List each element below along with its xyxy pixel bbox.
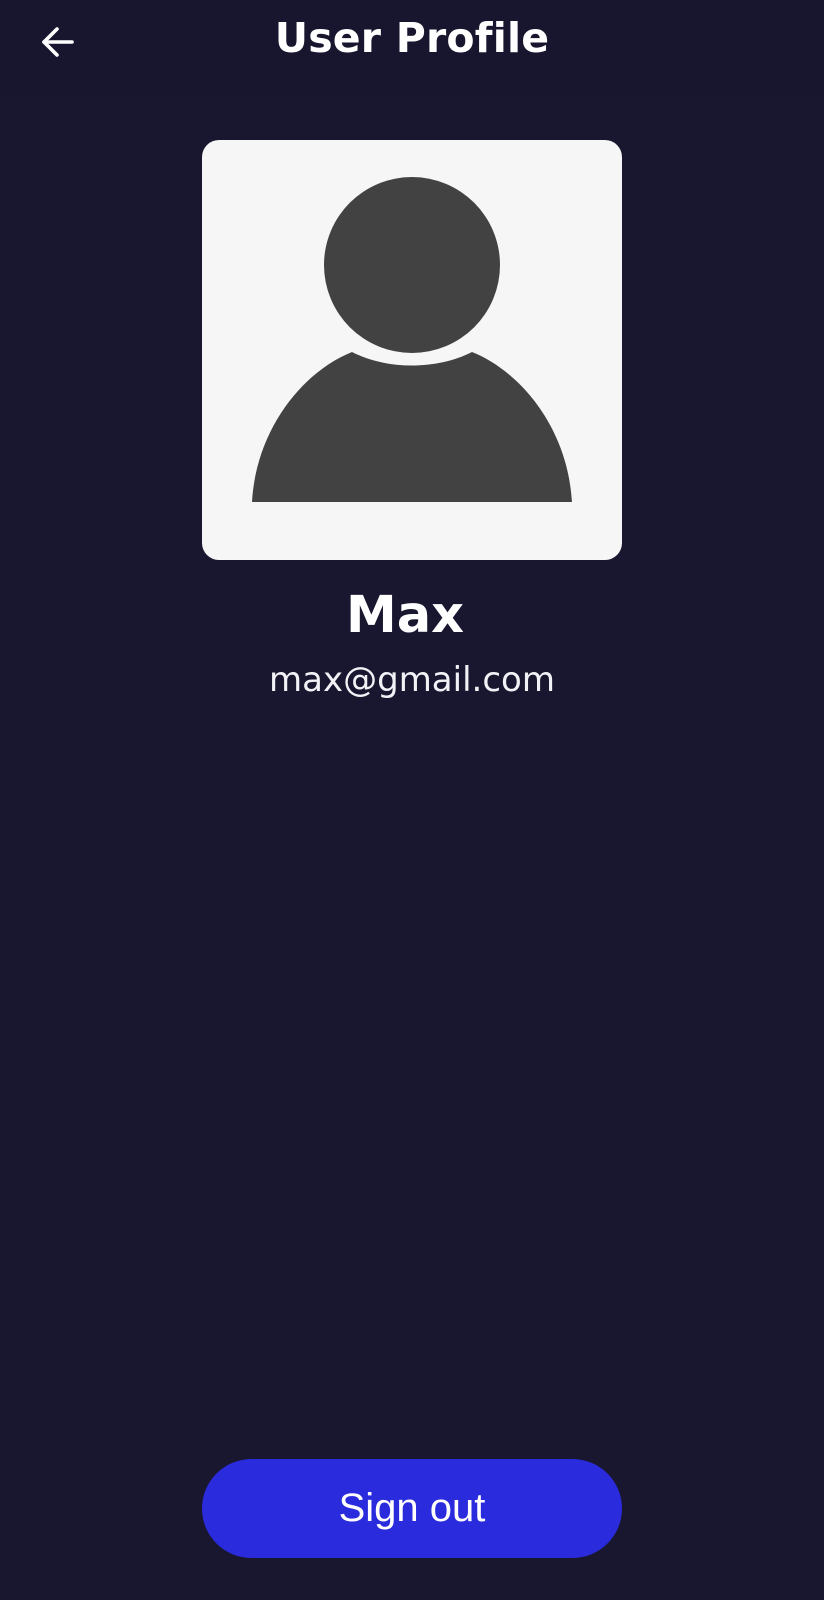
arrow-left-icon [42,27,74,57]
user-name: Max [345,586,465,645]
avatar [202,140,622,560]
user-email: max@gmail.com [269,660,555,700]
user-profile-screen: User Profile Max max@gmail.com Sign out [0,0,824,1600]
person-silhouette-icon [252,177,572,502]
page-title: User Profile [274,14,550,62]
back-button[interactable] [26,10,90,74]
sign-out-button[interactable]: Sign out [202,1459,622,1558]
app-bar: User Profile [0,0,824,96]
